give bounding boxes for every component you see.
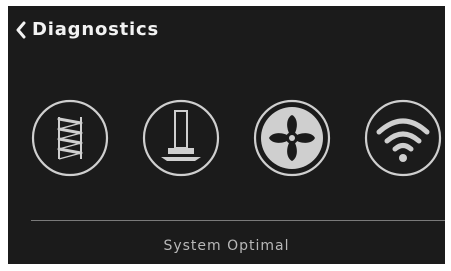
page-title: Diagnostics bbox=[32, 19, 159, 40]
piston-button[interactable] bbox=[141, 98, 221, 178]
status-text: System Optimal bbox=[163, 238, 290, 254]
back-navigation[interactable]: Diagnostics bbox=[14, 18, 159, 42]
fan-button[interactable] bbox=[252, 98, 332, 178]
wifi-icon bbox=[364, 99, 442, 177]
piston-icon bbox=[142, 99, 220, 177]
chevron-left-icon[interactable] bbox=[14, 20, 28, 40]
fan-icon bbox=[253, 99, 331, 177]
diagnostics-screen: Diagnostics System Optimal bbox=[8, 6, 445, 264]
wifi-button[interactable] bbox=[363, 98, 443, 178]
diagnostics-icons bbox=[30, 98, 442, 178]
spring-icon bbox=[31, 99, 109, 177]
divider bbox=[31, 220, 445, 221]
spring-button[interactable] bbox=[30, 98, 110, 178]
